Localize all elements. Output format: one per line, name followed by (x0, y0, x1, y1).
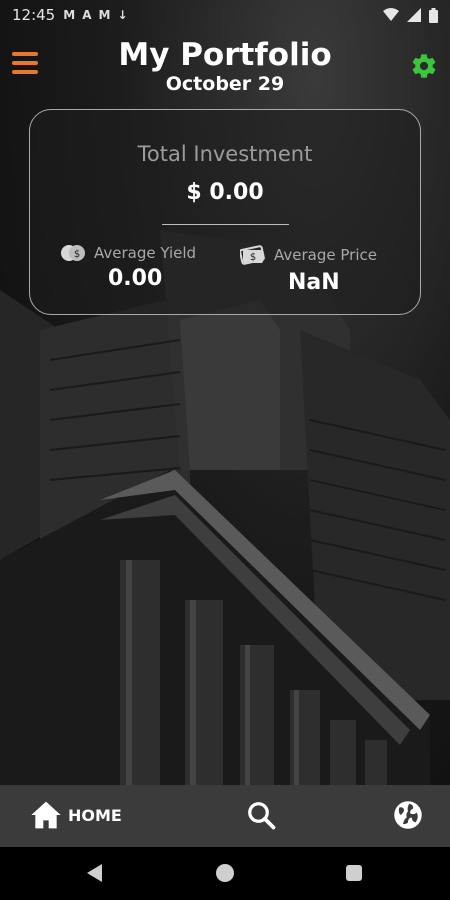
average-price-label: Average Price (274, 246, 377, 264)
card-divider (162, 224, 289, 225)
gmail-icon: M (63, 8, 76, 22)
investment-summary-card: Total Investment $ 0.00 $ Average Yield … (29, 109, 421, 315)
home-icon (31, 801, 61, 829)
download-icon: ↓ (117, 8, 128, 22)
page-date: October 29 (165, 73, 285, 95)
gear-icon (412, 54, 436, 78)
average-price-value: NaN (288, 270, 340, 295)
nav-home-button[interactable]: HOME (30, 800, 122, 830)
recent-apps-button[interactable] (346, 865, 362, 881)
app-header: My Portfolio October 29 (0, 30, 450, 100)
gmail-icon: M (98, 8, 111, 22)
system-navigation-bar (0, 847, 450, 900)
total-investment-value: $ 0.00 (186, 180, 264, 205)
total-investment-label: Total Investment (137, 142, 313, 166)
signal-icon (407, 8, 421, 22)
cash-icon: $ (240, 245, 265, 265)
search-icon (248, 802, 276, 830)
title-block: My Portfolio October 29 (0, 38, 450, 96)
average-price-metric: $ Average Price NaN (240, 244, 420, 295)
globe-icon (394, 801, 422, 829)
wifi-icon (383, 8, 399, 21)
battery-icon (429, 7, 438, 23)
app-notification-icon: A (82, 8, 92, 22)
average-yield-metric: $ Average Yield 0.00 (60, 244, 240, 291)
status-time: 12:45 (12, 6, 56, 24)
page-title: My Portfolio (118, 37, 332, 73)
nav-home-label: HOME (68, 805, 122, 825)
back-icon[interactable] (86, 863, 104, 883)
bottom-navigation: HOME (0, 785, 450, 847)
system-home-button[interactable] (216, 864, 234, 882)
average-yield-label: Average Yield (94, 244, 197, 262)
status-bar: 12:45 M A M ↓ (0, 0, 450, 30)
average-yield-value: 0.00 (108, 266, 163, 291)
notification-icons: M A M ↓ (63, 8, 127, 22)
svg-text:$: $ (74, 249, 80, 260)
svg-text:$: $ (250, 252, 256, 263)
coins-icon: $ (61, 245, 85, 261)
nav-search-button[interactable] (246, 800, 276, 834)
settings-button[interactable] (410, 52, 438, 80)
nav-globe-button[interactable] (393, 800, 423, 834)
